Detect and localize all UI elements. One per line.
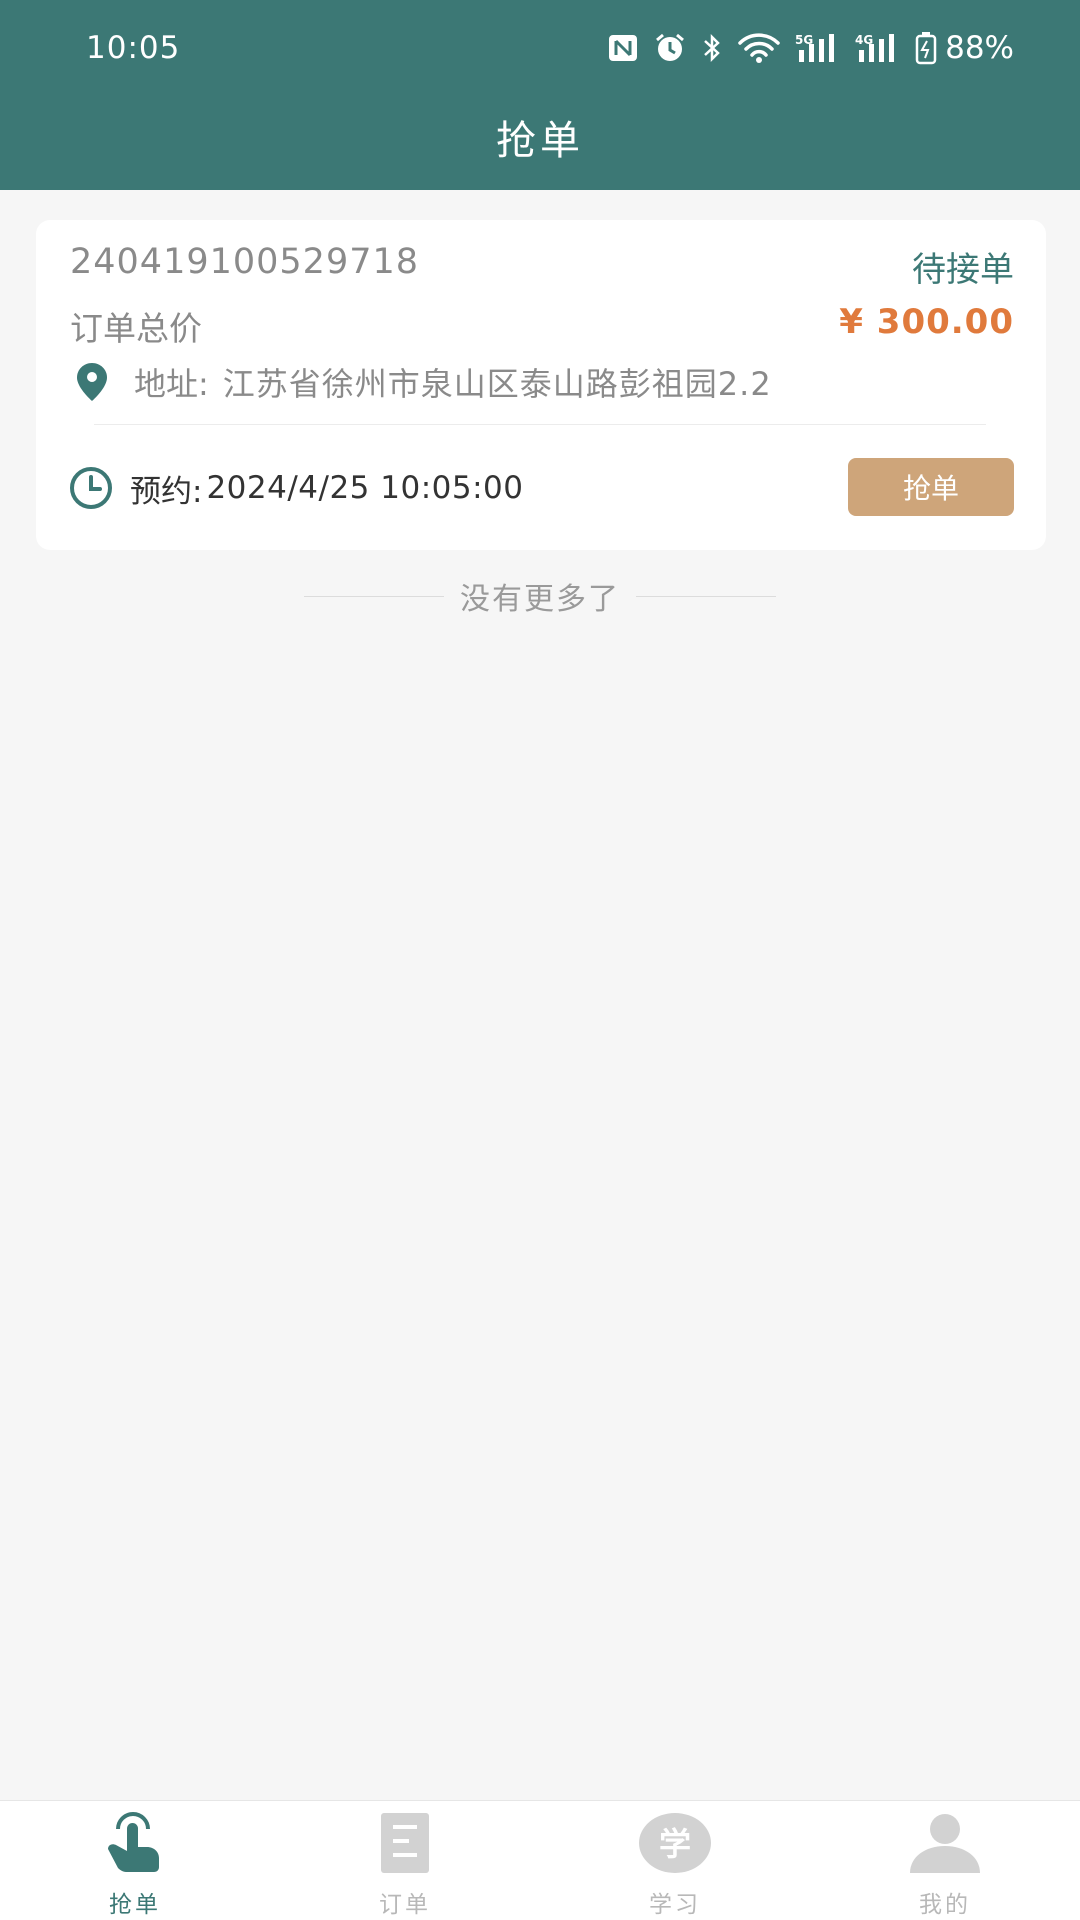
svg-text:学: 学 — [659, 1825, 691, 1863]
wifi-icon — [737, 32, 781, 64]
nfc-icon — [607, 33, 639, 63]
signal-5g-icon: 5G — [795, 32, 841, 64]
order-status: 待接单 — [912, 250, 1014, 290]
divider-left — [304, 595, 444, 597]
battery-percent: 88% — [945, 30, 1014, 66]
booking-label: 预约: — [130, 473, 203, 510]
tab-label: 订单 — [379, 1892, 431, 1918]
tab-label: 抢单 — [109, 1892, 161, 1918]
tab-mine[interactable]: 我的 — [810, 1801, 1080, 1920]
list-end-indicator: 没有更多了 — [0, 576, 1080, 617]
address-label: 地址: — [134, 365, 209, 403]
booking-time: 2024/4/25 10:05:00 — [206, 470, 524, 506]
address-row: 地址: 江苏省徐州市泉山区泰山路彭祖园2.2 — [70, 360, 772, 404]
page-title: 抢单 — [496, 118, 584, 164]
address-value: 江苏省徐州市泉山区泰山路彭祖园2.2 — [222, 365, 772, 403]
location-pin-icon — [70, 360, 114, 404]
signal-4g-icon: 4G — [855, 32, 901, 64]
tab-orders[interactable]: 订单 — [270, 1801, 540, 1920]
study-icon: 学 — [638, 1811, 712, 1875]
total-price: ¥ 300.00 — [839, 302, 1014, 342]
status-bar: 10:05 5G 4G 88% — [0, 0, 1080, 100]
no-more-text: 没有更多了 — [460, 582, 620, 617]
user-icon — [908, 1811, 982, 1875]
grab-order-button[interactable]: 抢单 — [848, 458, 1014, 516]
tab-label: 学习 — [649, 1892, 701, 1918]
total-price-label: 订单总价 — [70, 309, 202, 348]
clock-icon — [68, 465, 114, 511]
status-icons: 5G 4G 88% — [607, 28, 1014, 68]
divider-right — [636, 595, 776, 597]
bluetooth-icon — [701, 32, 723, 64]
hand-tap-icon — [98, 1811, 172, 1875]
card-divider — [94, 424, 986, 425]
battery-icon — [915, 31, 937, 65]
bottom-tabbar: 抢单 订单 学 学习 我的 — [0, 1800, 1080, 1920]
app-header: 10:05 5G 4G 88% 抢单 — [0, 0, 1080, 190]
tab-study[interactable]: 学 学习 — [540, 1801, 810, 1920]
alarm-icon — [653, 32, 687, 64]
tab-grab[interactable]: 抢单 — [0, 1801, 270, 1920]
document-icon — [368, 1811, 442, 1875]
order-id: 240419100529718 — [70, 242, 420, 282]
tab-label: 我的 — [919, 1892, 971, 1918]
order-card[interactable]: 240419100529718 待接单 订单总价 ¥ 300.00 地址: 江苏… — [36, 220, 1046, 550]
status-time: 10:05 — [86, 30, 181, 66]
booking-row: 预约: 2024/4/25 10:05:00 — [68, 466, 524, 510]
